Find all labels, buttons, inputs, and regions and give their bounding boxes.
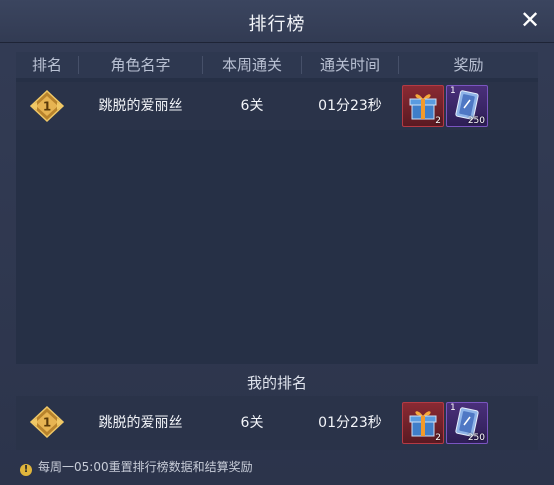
reward-level: 1	[450, 86, 456, 96]
player-name: 跳脱的爱丽丝	[98, 415, 183, 431]
reset-notice-text: 每周一05:00重置排行榜数据和结算奖励	[38, 460, 253, 474]
close-button[interactable]: ✕	[516, 6, 544, 34]
my-rank-row[interactable]: 1 跳脱的爱丽丝 6关 01分23秒 2 1 250	[16, 396, 538, 450]
rank-badge-icon: 1	[29, 89, 65, 123]
my-rank-heading: 我的排名	[246, 374, 307, 392]
reward-quantity: 2	[435, 116, 441, 126]
leaderboard-panel: 排行榜 ✕ 排名 角色名字 本周通关 通关时间 奖励 1 跳脱的爱丽丝 6关 0…	[0, 0, 554, 485]
rank-number: 1	[43, 100, 51, 114]
panel-title: 排行榜	[248, 14, 306, 35]
column-header-time: 通关时间	[319, 56, 380, 74]
reward-gift-item[interactable]: 2	[402, 85, 444, 127]
reset-notice: ! 每周一05:00重置排行榜数据和结算奖励	[20, 458, 253, 476]
title-bar: 排行榜 ✕	[0, 0, 554, 43]
column-header-rank: 排名	[31, 56, 62, 74]
table-header: 排名 角色名字 本周通关 通关时间 奖励	[16, 52, 538, 78]
warning-icon: !	[20, 464, 32, 476]
reward-gift-item[interactable]: 2	[402, 402, 444, 444]
clear-time: 01分23秒	[318, 415, 382, 431]
rank-badge-icon: 1	[29, 405, 65, 439]
reward-quantity: 2	[435, 433, 441, 443]
column-header-reward: 奖励	[453, 56, 484, 74]
reward-quantity: 250	[467, 116, 485, 126]
reward-level: 1	[450, 403, 456, 413]
column-header-cleared: 本周通关	[221, 56, 282, 74]
cleared-count: 6关	[240, 98, 264, 114]
rank-number: 1	[43, 416, 51, 430]
table-row[interactable]: 1 跳脱的爱丽丝 6关 01分23秒 2 1 250	[16, 82, 538, 130]
reward-card-item[interactable]: 1 250	[446, 402, 488, 444]
player-name: 跳脱的爱丽丝	[98, 98, 183, 114]
leaderboard-table: 排名 角色名字 本周通关 通关时间 奖励 1 跳脱的爱丽丝 6关 01分23秒	[16, 52, 538, 364]
reward-quantity: 250	[467, 433, 485, 443]
clear-time: 01分23秒	[318, 98, 382, 114]
reward-card-item[interactable]: 1 250	[446, 85, 488, 127]
cleared-count: 6关	[240, 415, 264, 431]
column-header-name: 角色名字	[110, 56, 171, 74]
